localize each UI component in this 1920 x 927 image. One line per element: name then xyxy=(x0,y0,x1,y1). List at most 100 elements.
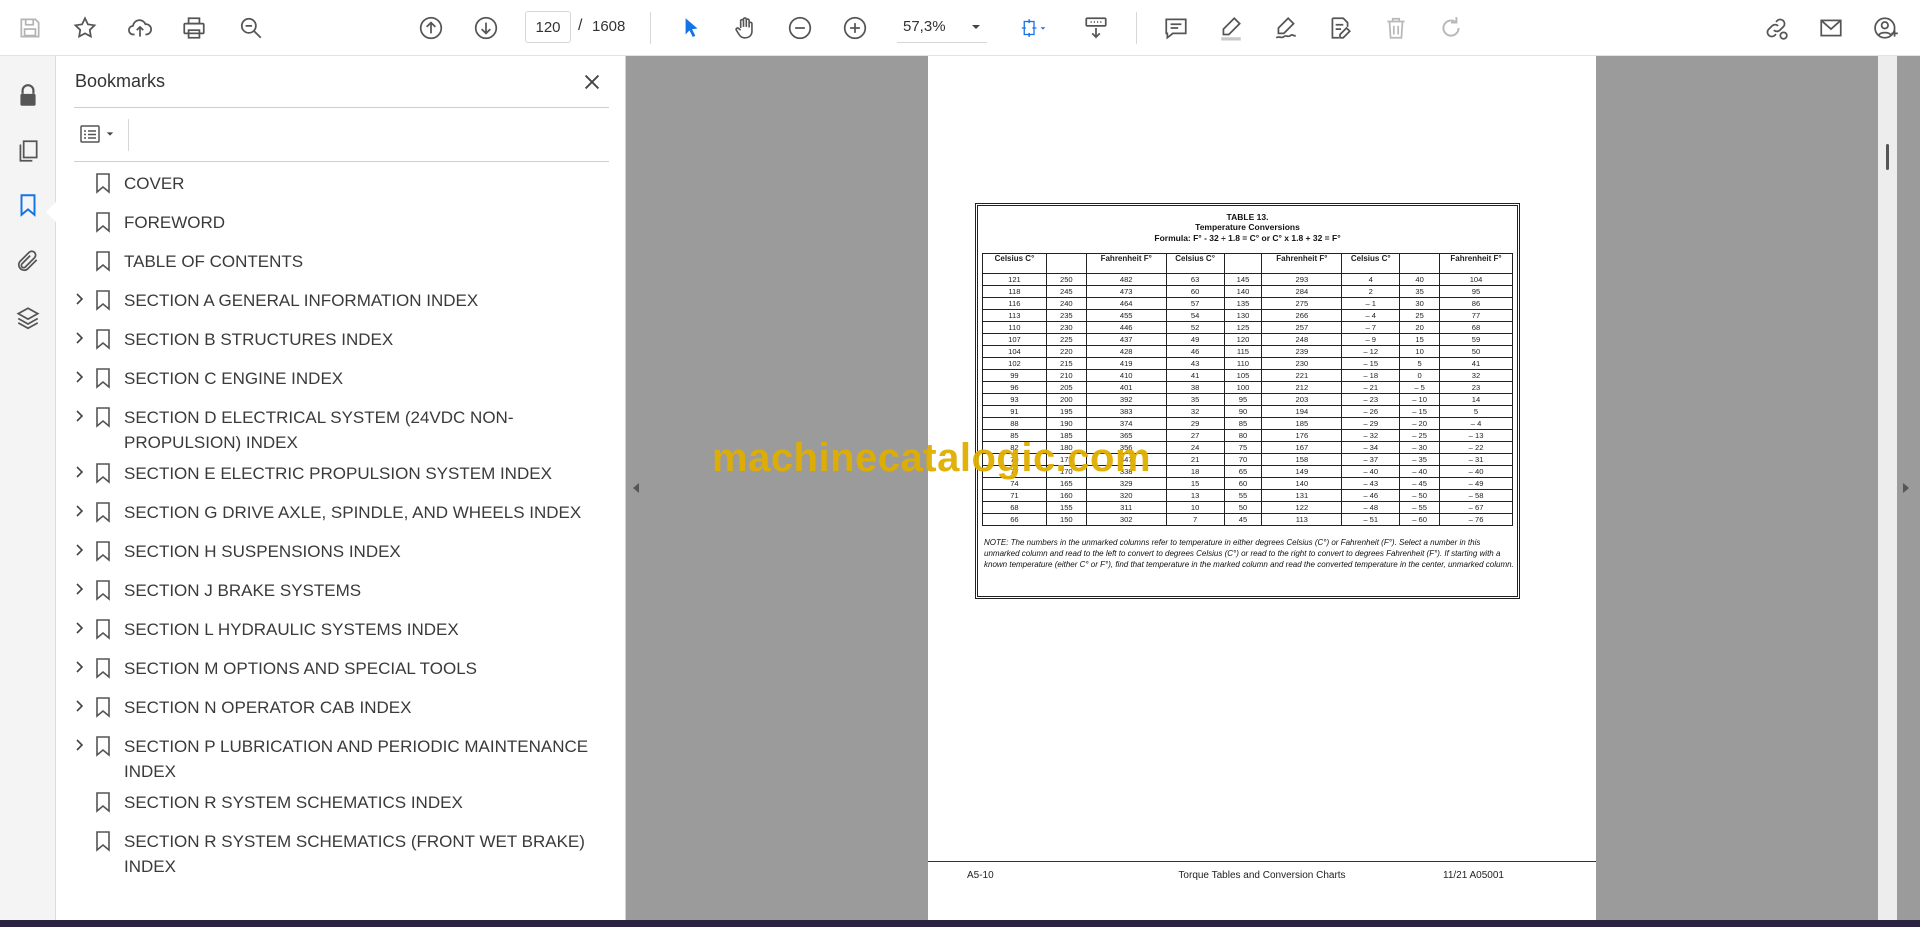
add-user-icon[interactable] xyxy=(1869,10,1905,46)
bookmark-item[interactable]: SECTION R SYSTEM SCHEMATICS (FRONT WET B… xyxy=(56,829,626,879)
bookmark-label: SECTION H SUSPENSIONS INDEX xyxy=(124,542,401,561)
page-thumbnails-icon[interactable] xyxy=(10,133,46,169)
chevron-right-icon[interactable] xyxy=(72,408,88,424)
bookmark-item[interactable]: SECTION J BRAKE SYSTEMS xyxy=(56,578,626,604)
bookmark-label: SECTION R SYSTEM SCHEMATICS INDEX xyxy=(124,793,463,812)
zoom-in-icon[interactable] xyxy=(837,10,873,46)
draw-signature-icon[interactable] xyxy=(1268,10,1304,46)
bookmark-item[interactable]: SECTION N OPERATOR CAB INDEX xyxy=(56,695,626,721)
bookmark-item[interactable]: SECTION M OPTIONS AND SPECIAL TOOLS xyxy=(56,656,626,682)
table-header-cell: Celsius C° xyxy=(1165,253,1225,274)
bookmark-item[interactable]: FOREWORD xyxy=(56,210,626,236)
bookmark-icon xyxy=(96,329,110,350)
table-cell: 24 xyxy=(1165,441,1225,454)
footer-date-code: 11/21 A05001 xyxy=(1443,870,1504,881)
next-page-icon[interactable] xyxy=(468,10,504,46)
table-cell: 284 xyxy=(1261,285,1343,298)
table-cell: 99 xyxy=(982,369,1047,382)
vertical-scrollbar[interactable] xyxy=(1878,56,1897,920)
layers-icon[interactable] xyxy=(10,300,46,336)
chevron-right-icon[interactable] xyxy=(72,330,88,346)
redo-icon[interactable] xyxy=(1433,10,1469,46)
hand-tool-icon[interactable] xyxy=(727,10,763,46)
select-cursor-icon[interactable] xyxy=(673,10,709,46)
table-cell: – 58 xyxy=(1439,489,1513,502)
table-cell: 21 xyxy=(1165,453,1225,466)
chevron-right-icon[interactable] xyxy=(72,581,88,597)
table-cell: 15 xyxy=(1399,333,1441,346)
table-cell: 392 xyxy=(1085,393,1167,406)
highlight-pen-icon[interactable] xyxy=(1213,10,1249,46)
pdf-page: TABLE 13. Temperature Conversions Formul… xyxy=(928,56,1596,920)
table-cell: 215 xyxy=(1045,357,1087,370)
delete-trash-icon[interactable] xyxy=(1378,10,1414,46)
bookmark-item[interactable]: SECTION H SUSPENSIONS INDEX xyxy=(56,539,626,565)
table-cell: – 50 xyxy=(1399,489,1441,502)
bookmark-item[interactable]: TABLE OF CONTENTS xyxy=(56,249,626,275)
chevron-right-icon[interactable] xyxy=(72,698,88,714)
previous-page-icon[interactable] xyxy=(413,10,449,46)
table-cell: 257 xyxy=(1261,321,1343,334)
bookmark-item[interactable]: SECTION D ELECTRICAL SYSTEM (24VDC NON-P… xyxy=(56,405,626,455)
chevron-right-icon[interactable] xyxy=(72,369,88,385)
save-icon[interactable] xyxy=(12,10,48,46)
bookmark-item[interactable]: COVER xyxy=(56,171,626,197)
chevron-right-icon[interactable] xyxy=(72,542,88,558)
upload-cloud-icon[interactable] xyxy=(122,10,158,46)
chevron-right-icon[interactable] xyxy=(72,737,88,753)
bookmark-item[interactable]: SECTION E ELECTRIC PROPULSION SYSTEM IND… xyxy=(56,461,626,487)
bookmark-item[interactable]: SECTION P LUBRICATION AND PERIODIC MAINT… xyxy=(56,734,626,784)
table-cell: – 5 xyxy=(1399,381,1441,394)
table-cell: 115 xyxy=(1223,345,1263,358)
zoom-out-icon[interactable] xyxy=(782,10,818,46)
bookmark-icon xyxy=(96,290,110,311)
fill-sign-icon[interactable] xyxy=(1322,10,1358,46)
table-cell: – 55 xyxy=(1399,501,1441,514)
bookmark-item[interactable]: SECTION G DRIVE AXLE, SPINDLE, AND WHEEL… xyxy=(56,500,626,526)
table-cell: 65 xyxy=(1223,465,1263,478)
chevron-right-icon[interactable] xyxy=(72,464,88,480)
collapse-right-panel-icon[interactable] xyxy=(1900,478,1912,498)
scroll-mode-icon[interactable] xyxy=(1078,10,1114,46)
table-cell: – 26 xyxy=(1341,405,1401,418)
table-row: 88 190 374 29 85 185– 29– 20– 4 xyxy=(982,417,1513,430)
comment-icon[interactable] xyxy=(1158,10,1194,46)
collapse-left-panel-icon[interactable] xyxy=(630,478,642,498)
chevron-right-icon[interactable] xyxy=(72,659,88,675)
bookmark-panel-icon[interactable] xyxy=(10,187,46,223)
chevron-right-icon[interactable] xyxy=(72,620,88,636)
bookmark-item[interactable]: SECTION L HYDRAULIC SYSTEMS INDEX xyxy=(56,617,626,643)
table-cell: 105 xyxy=(1223,369,1263,382)
lock-icon[interactable] xyxy=(10,78,46,114)
email-icon[interactable] xyxy=(1813,10,1849,46)
fit-page-icon[interactable] xyxy=(1010,10,1058,46)
scrollbar-thumb[interactable] xyxy=(1886,144,1889,170)
bookmark-icon xyxy=(96,792,110,813)
page-number-input[interactable] xyxy=(525,11,571,43)
bookmark-item[interactable]: SECTION B STRUCTURES INDEX xyxy=(56,327,626,353)
table-cell: – 4 xyxy=(1341,309,1401,322)
bookmark-label: SECTION G DRIVE AXLE, SPINDLE, AND WHEEL… xyxy=(124,503,582,522)
table-cell: 419 xyxy=(1085,357,1167,370)
bookmark-item[interactable]: SECTION C ENGINE INDEX xyxy=(56,366,626,392)
zoom-level-dropdown[interactable]: 57,3% xyxy=(897,11,987,43)
table-cell: 88 xyxy=(982,417,1047,430)
table-cell: 167 xyxy=(1261,441,1343,454)
table-cell: 446 xyxy=(1085,321,1167,334)
close-icon[interactable] xyxy=(578,68,606,96)
star-icon[interactable] xyxy=(67,10,103,46)
attachments-icon[interactable] xyxy=(10,243,46,279)
table-cell: – 30 xyxy=(1399,441,1441,454)
bookmark-item[interactable]: SECTION A GENERAL INFORMATION INDEX xyxy=(56,288,626,314)
table-cell: 55 xyxy=(1223,489,1263,502)
chevron-right-icon[interactable] xyxy=(72,503,88,519)
share-link-icon[interactable] xyxy=(1758,10,1794,46)
bookmark-icon xyxy=(96,407,110,428)
search-zoom-icon[interactable] xyxy=(233,10,269,46)
main-toolbar: / 1608 57,3% xyxy=(0,0,1920,56)
chevron-right-icon[interactable] xyxy=(72,291,88,307)
print-icon[interactable] xyxy=(176,10,212,46)
table-row: 68 155 311 10 50 122– 48– 55– 67 xyxy=(982,501,1513,514)
bookmark-item[interactable]: SECTION R SYSTEM SCHEMATICS INDEX xyxy=(56,790,626,816)
bookmark-options-button[interactable] xyxy=(74,119,122,149)
